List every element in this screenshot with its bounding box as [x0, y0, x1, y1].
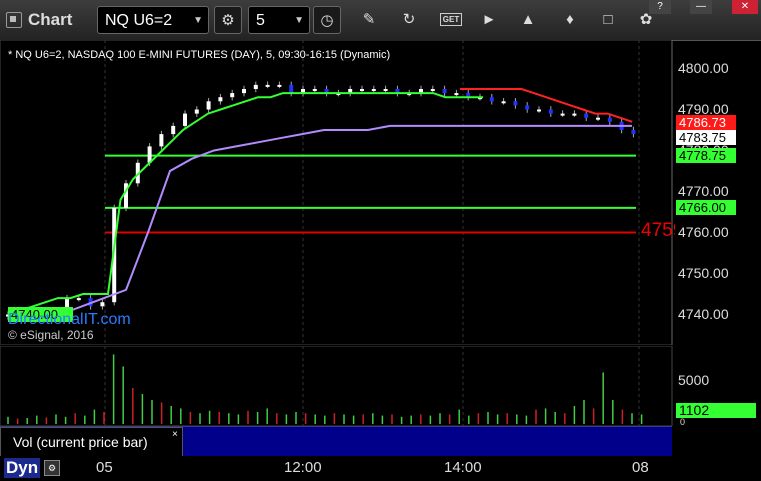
get-icon[interactable]: GET	[437, 6, 465, 34]
volume-zero-tick: 0	[680, 417, 686, 427]
candle-body	[572, 113, 577, 116]
pencil-icon[interactable]: ✎	[355, 6, 383, 34]
symbol-input[interactable]: NQ U6=2 ▼	[97, 6, 209, 34]
alert-icon[interactable]: ▲	[514, 6, 542, 34]
candle-body	[289, 84, 294, 94]
refresh-icon[interactable]: ↻	[395, 6, 423, 34]
price-tick: 4740.00	[678, 305, 729, 322]
dyn-settings-icon[interactable]: ⚙	[44, 460, 60, 476]
candle-body	[159, 134, 164, 147]
chart-window: Chart NQ U6=2 ▼ ⚙ 5 ▼ ◷ ✎ ↻ GET ► ▲ ♦ □ …	[0, 0, 761, 481]
candle-body	[360, 89, 364, 91]
candle-body	[631, 130, 636, 135]
get-label: GET	[439, 13, 463, 26]
candle-body	[206, 101, 211, 110]
candle-body	[596, 117, 600, 120]
candle-body	[584, 113, 589, 118]
toolbar: Chart NQ U6=2 ▼ ⚙ 5 ▼ ◷ ✎ ↻ GET ► ▲ ♦ □ …	[0, 0, 761, 41]
volume-panel[interactable]: 5000 0 1102	[0, 345, 761, 427]
candle-body	[265, 84, 270, 87]
price-tag: 4778.75	[676, 147, 736, 163]
dyn-label[interactable]: Dyn	[4, 458, 41, 478]
chat-icon[interactable]: □	[594, 6, 622, 34]
candle-body	[100, 302, 105, 307]
candle-body	[230, 93, 235, 98]
price-tick: 4800.00	[678, 59, 729, 76]
candle-body	[76, 298, 81, 301]
candle-body	[607, 117, 612, 122]
candle-body	[525, 105, 530, 110]
time-axis: Dyn ⚙ 05 12:00 14:00 08	[0, 456, 761, 481]
settings-icon[interactable]: ⚙	[214, 6, 242, 34]
chevron-down-icon[interactable]: ▼	[193, 7, 203, 35]
copyright: © eSignal, 2016	[8, 328, 94, 342]
close-icon[interactable]: ×	[172, 429, 178, 440]
study-bar: Vol (current price bar) ×	[0, 426, 672, 457]
candle-body	[537, 109, 541, 112]
time-tick: 05	[96, 459, 113, 476]
candle-body	[430, 89, 435, 91]
candle-body	[218, 97, 223, 102]
close-button[interactable]: ✕	[732, 0, 758, 14]
chevron-down-icon[interactable]: ▼	[294, 7, 304, 35]
study-label-text: Vol (current price bar)	[13, 434, 148, 450]
interval-input[interactable]: 5 ▼	[248, 6, 310, 34]
price-tag: 4766.00	[676, 199, 736, 215]
chart-app-icon	[6, 12, 22, 28]
candle-body	[560, 113, 565, 116]
candle-body	[383, 89, 388, 91]
price-tick: 4760.00	[678, 223, 729, 240]
study-label[interactable]: Vol (current price bar)	[0, 427, 183, 457]
candle-body	[312, 89, 317, 91]
app-title: Chart	[28, 10, 73, 29]
time-tick: 14:00	[444, 459, 482, 476]
price-tag: 4783.75	[676, 130, 736, 146]
price-tag: 4786.73	[676, 114, 736, 130]
candle-body	[183, 113, 187, 126]
volume-tag: 1102	[676, 403, 756, 418]
clock-icon[interactable]: ◷	[313, 6, 341, 34]
price-tick: 4750.00	[678, 264, 729, 281]
help-button[interactable]: ?	[649, 0, 671, 14]
interval-value: 5	[256, 12, 265, 29]
symbol-value: NQ U6=2	[105, 12, 173, 29]
price-chart[interactable]	[0, 40, 761, 345]
minimize-button[interactable]: —	[690, 0, 712, 14]
chart-header: * NQ U6=2, NASDAQ 100 E-MINI FUTURES (DA…	[8, 49, 391, 61]
candle-body	[277, 84, 282, 87]
candle-body	[501, 101, 506, 104]
play-icon[interactable]: ►	[475, 6, 503, 34]
watermark: DirectionalIT.com	[8, 311, 131, 328]
candle-body	[194, 109, 199, 114]
time-tick: 12:00	[284, 459, 322, 476]
volume-frame	[0, 345, 673, 427]
candle-body	[513, 101, 518, 106]
price-panel[interactable]: * NQ U6=2, NASDAQ 100 E-MINI FUTURES (DA…	[0, 40, 761, 345]
time-tick: 08	[632, 459, 649, 476]
candle-body	[371, 89, 376, 91]
candle-body	[489, 97, 494, 102]
volume-chart[interactable]	[0, 345, 761, 427]
volume-tick: 5000	[678, 372, 710, 388]
candle-body	[548, 109, 553, 114]
price-tick: 4770.00	[678, 182, 729, 199]
candle-body	[253, 84, 258, 89]
tag-icon[interactable]: ♦	[556, 6, 584, 34]
candle-body	[171, 125, 176, 135]
candle-body	[454, 93, 459, 96]
candle-body	[442, 89, 447, 94]
level-label: 4759.75	[641, 220, 675, 241]
candle-body	[242, 89, 246, 94]
